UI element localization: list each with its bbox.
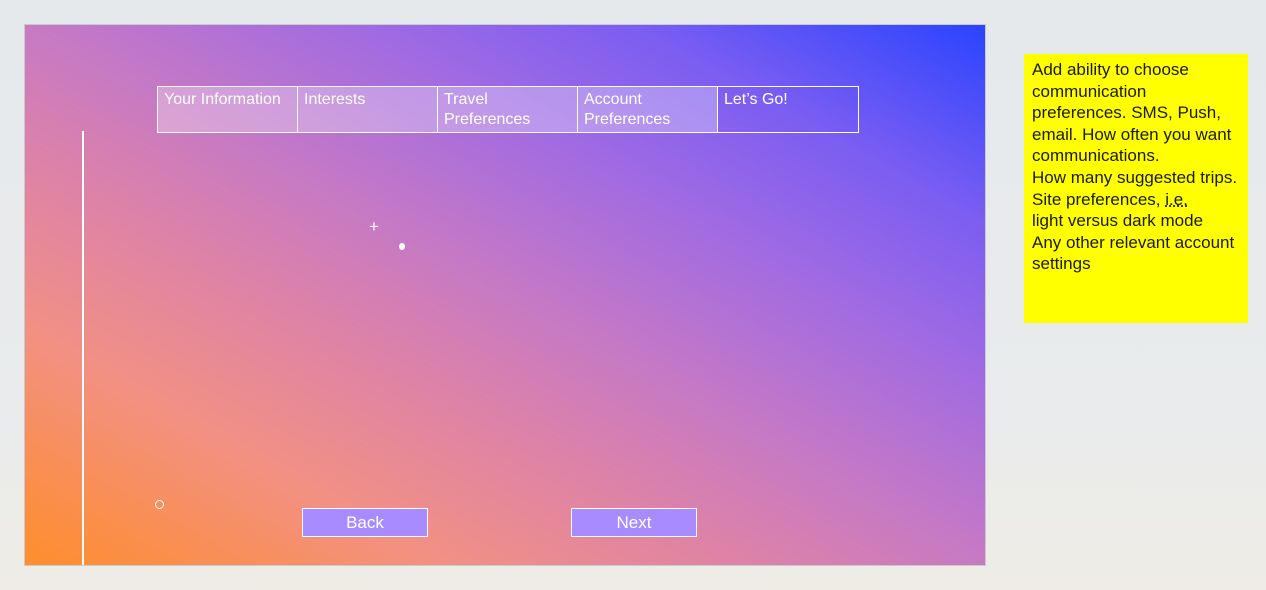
- back-button[interactable]: Back: [302, 508, 428, 537]
- note-line-communication: Add ability to choose communication pref…: [1032, 60, 1232, 166]
- note-ie-abbreviation: i.e.: [1165, 189, 1188, 209]
- ring-marker-icon: [155, 500, 164, 509]
- note-line-dark-mode: light versus dark mode: [1032, 211, 1204, 231]
- plus-cursor-icon: +: [369, 217, 379, 236]
- vertical-divider-line: [82, 131, 84, 565]
- tab-travel-preferences[interactable]: Travel Preferences: [438, 87, 578, 132]
- tab-lets-go[interactable]: Let’s Go!: [718, 87, 858, 132]
- next-button[interactable]: Next: [571, 508, 697, 537]
- dot-marker-icon: [399, 243, 405, 250]
- tab-interests[interactable]: Interests: [298, 87, 438, 132]
- tab-your-information[interactable]: Your Information: [158, 87, 298, 132]
- note-line-other-settings: Any other relevant account settings: [1032, 232, 1235, 274]
- slide-canvas: Your Information Interests Travel Prefer…: [24, 24, 986, 566]
- sticky-note: Add ability to choose communication pref…: [1024, 54, 1248, 323]
- tab-account-preferences[interactable]: Account Preferences: [578, 87, 718, 132]
- note-line-site-preferences: Site preferences, i.e.: [1032, 189, 1240, 211]
- step-tabs: Your Information Interests Travel Prefer…: [157, 86, 859, 133]
- note-line-suggested-trips: How many suggested trips.: [1032, 167, 1238, 187]
- note-site-preferences-text: Site preferences,: [1032, 189, 1166, 209]
